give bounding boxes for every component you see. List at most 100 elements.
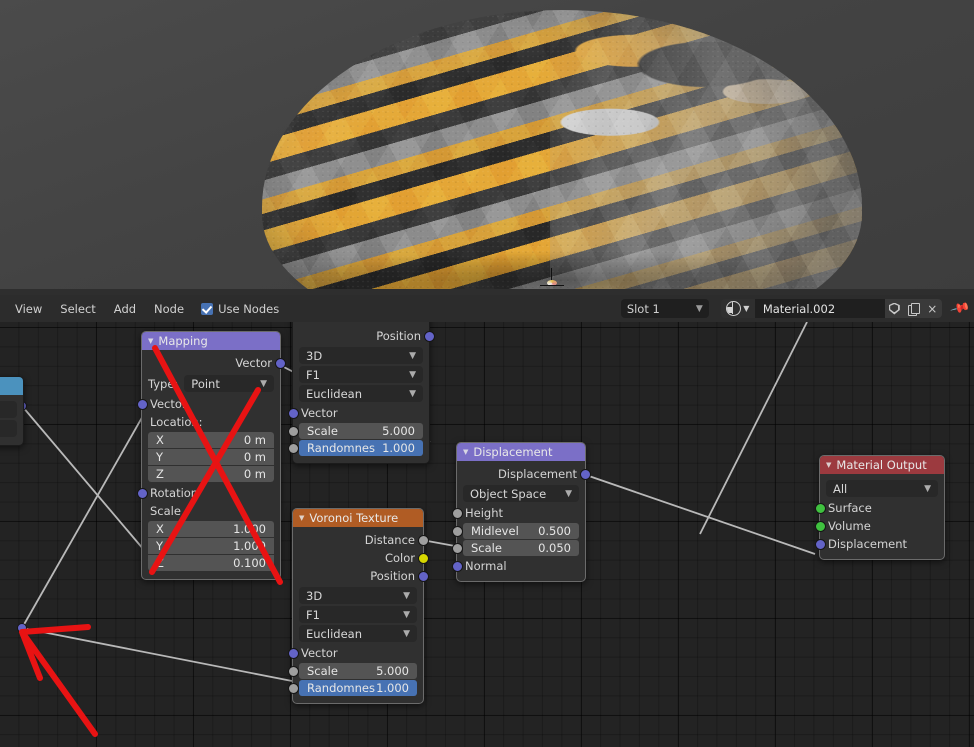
material-slot-dropdown[interactable]: Slot 1 ▼	[620, 299, 709, 318]
node-mapping-input-vector[interactable]: Vector	[136, 395, 280, 413]
socket-displacement-in[interactable]	[814, 539, 826, 550]
socket-volume-in[interactable]	[814, 521, 826, 532]
node-displacement-space-dropdown[interactable]: Object Space ▼	[463, 485, 579, 502]
fake-user-button[interactable]	[884, 299, 904, 318]
node-voronoi-input-vector[interactable]: Vector	[287, 644, 423, 662]
node-mapping-rotation-row[interactable]: Rotation	[136, 484, 280, 502]
axis-label: X	[156, 522, 164, 536]
node-material-output-displacement-row[interactable]: Displacement	[814, 535, 944, 553]
unlink-material-button[interactable]: ×	[922, 299, 942, 318]
node-mapping-scale-x[interactable]: X 1.000	[148, 521, 274, 537]
node-mapping-location-y[interactable]: Y 0 m	[148, 449, 274, 465]
material-browse-button[interactable]: ▼	[720, 299, 755, 318]
node-voronoi-output-color[interactable]: Color	[293, 549, 429, 567]
node-voronoi-top-randomness-field[interactable]: Randomnes 1.000	[288, 440, 423, 456]
use-nodes-checkbox-icon[interactable]	[201, 302, 214, 315]
node-voronoi-texture[interactable]: ▼ Voronoi Texture Distance Color Positio…	[287, 508, 429, 704]
chevron-down-icon: ▼	[924, 483, 931, 494]
socket-voronoi-top-vector-in[interactable]	[287, 408, 299, 419]
node-displacement-header[interactable]: ▼ Displacement	[457, 443, 585, 461]
socket-displacement-scale-in[interactable]	[452, 543, 463, 554]
socket-voronoi-randomness-in[interactable]	[288, 683, 299, 694]
socket-voronoi-vector-in[interactable]	[287, 648, 299, 659]
socket-displacement-height-in[interactable]	[451, 508, 463, 519]
collapse-triangle-icon[interactable]: ▼	[148, 337, 153, 345]
collapse-triangle-icon[interactable]: ▼	[299, 514, 304, 522]
node-mapping-scale-group: X 1.000 Y 1.000 Z 0.100	[148, 521, 274, 571]
node-material-output-header[interactable]: ▼ Material Output	[820, 456, 944, 474]
metric-value: Euclidean	[306, 386, 362, 401]
socket-voronoi-distance-out[interactable]	[417, 535, 429, 546]
node-material-output-surface-row[interactable]: Surface	[814, 499, 944, 517]
socket-surface-in[interactable]	[814, 503, 826, 514]
node-voronoi-top-dimension-dropdown[interactable]: 3D ▼	[299, 347, 423, 364]
link-offscreen-to-surface	[699, 322, 808, 535]
node-mapping-type-dropdown[interactable]: Point ▼	[184, 375, 274, 392]
menu-view[interactable]: View	[6, 299, 51, 319]
node-displacement-midlevel-field[interactable]: Midlevel 0.500	[452, 523, 579, 539]
node-mapping-location-x[interactable]: X 0 m	[148, 432, 274, 448]
node-voronoi-dimension-dropdown[interactable]: 3D ▼	[299, 587, 417, 604]
chevron-down-icon: ▼	[743, 304, 750, 313]
socket-displacement-out[interactable]	[579, 469, 591, 480]
menu-select[interactable]: Select	[51, 299, 104, 319]
node-voronoi-feature-dropdown[interactable]: F1 ▼	[299, 606, 417, 623]
socket-mapping-vector-in[interactable]	[136, 399, 148, 410]
node-displacement-body: Displacement Object Space ▼ Height Midle…	[451, 461, 591, 581]
node-mapping[interactable]: ▼ Mapping Vector Type: Point ▼ Vector Lo…	[136, 331, 286, 580]
material-name-field[interactable]: Material.002	[754, 299, 885, 318]
normal-label: Normal	[465, 559, 507, 573]
node-voronoi-top[interactable]: Position 3D ▼ F1 ▼ Euclidean ▼ Vector Sc…	[287, 322, 435, 464]
node-voronoi-randomness-field[interactable]: Randomnes 1.000	[288, 680, 417, 696]
use-nodes-toggle[interactable]: Use Nodes	[201, 302, 279, 316]
node-voronoi-top-output-position[interactable]: Position	[293, 327, 435, 345]
node-mapping-scale-z[interactable]: Z 0.100	[148, 555, 274, 571]
node-displacement-height-row[interactable]: Height	[451, 504, 585, 522]
socket-displacement-normal-in[interactable]	[451, 561, 463, 572]
node-offscreen-field-1[interactable]	[0, 401, 17, 418]
socket-voronoi-top-randomness-in[interactable]	[288, 443, 299, 454]
pin-icon[interactable]: 📌	[949, 298, 971, 319]
node-offscreen-field-2[interactable]	[0, 420, 17, 437]
socket-voronoi-top-scale-in[interactable]	[288, 426, 299, 437]
collapse-triangle-icon[interactable]: ▼	[463, 448, 468, 456]
node-voronoi-output-position[interactable]: Position	[293, 567, 429, 585]
node-mapping-output-vector[interactable]: Vector	[142, 354, 286, 372]
socket-mapping-rotation-in[interactable]	[136, 488, 148, 499]
socket-voronoi-color-out[interactable]	[417, 553, 429, 564]
socket-voronoi-position-out[interactable]	[417, 571, 429, 582]
node-voronoi-output-distance[interactable]: Distance	[293, 531, 429, 549]
node-offscreen-input-header[interactable]	[0, 377, 23, 395]
node-voronoi-metric-dropdown[interactable]: Euclidean ▼	[299, 625, 417, 642]
node-voronoi-top-scale-field[interactable]: Scale 5.000	[288, 423, 423, 439]
node-voronoi-texture-header[interactable]: ▼ Voronoi Texture	[293, 509, 423, 527]
node-voronoi-scale-field[interactable]: Scale 5.000	[288, 663, 417, 679]
node-voronoi-top-feature-dropdown[interactable]: F1 ▼	[299, 366, 423, 383]
3d-viewport[interactable]	[0, 0, 974, 295]
menu-node[interactable]: Node	[145, 299, 193, 319]
node-offscreen-input[interactable]	[0, 376, 24, 446]
socket-mapping-vector-out[interactable]	[274, 358, 286, 369]
node-displacement-scale-field[interactable]: Scale 0.050	[452, 540, 579, 556]
node-displacement[interactable]: ▼ Displacement Displacement Object Space…	[451, 442, 591, 582]
node-editor-canvas[interactable]: ▼ Mapping Vector Type: Point ▼ Vector Lo…	[0, 322, 974, 747]
node-voronoi-top-input-vector[interactable]: Vector	[287, 404, 429, 422]
node-material-output[interactable]: ▼ Material Output All ▼ Surface Volume D…	[814, 455, 945, 560]
socket-voronoi-top-position-out[interactable]	[423, 331, 435, 342]
node-displacement-output[interactable]: Displacement	[457, 465, 591, 483]
socket-voronoi-scale-in[interactable]	[288, 666, 299, 677]
node-material-output-volume-row[interactable]: Volume	[814, 517, 944, 535]
material-slot-value: Slot 1	[626, 301, 660, 316]
node-mapping-header[interactable]: ▼ Mapping	[142, 332, 280, 350]
node-displacement-normal-row[interactable]: Normal	[451, 557, 585, 575]
node-mapping-location-z[interactable]: Z 0 m	[148, 466, 274, 482]
randomness-value: 1.000	[376, 681, 409, 695]
collapse-triangle-icon[interactable]: ▼	[826, 461, 831, 469]
node-mapping-type-row: Type: Point ▼	[148, 374, 274, 393]
node-mapping-scale-y[interactable]: Y 1.000	[148, 538, 274, 554]
node-voronoi-top-metric-dropdown[interactable]: Euclidean ▼	[299, 385, 423, 402]
menu-add[interactable]: Add	[105, 299, 145, 319]
socket-displacement-midlevel-in[interactable]	[452, 526, 463, 537]
new-material-button[interactable]	[903, 299, 923, 318]
node-material-output-target-dropdown[interactable]: All ▼	[826, 480, 938, 497]
